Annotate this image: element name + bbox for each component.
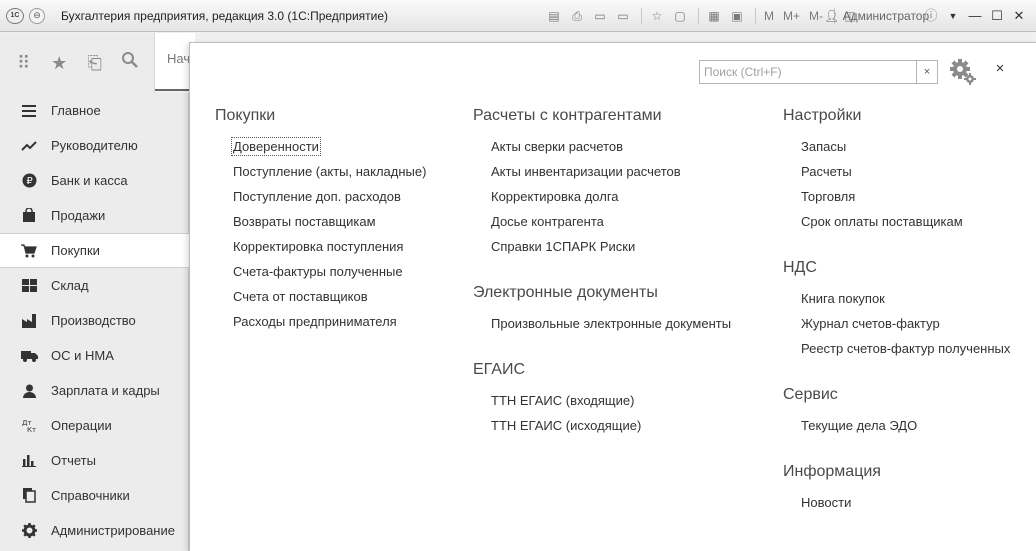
menu-item-returns-to-suppliers[interactable]: Возвраты поставщикам xyxy=(233,214,376,229)
factory-icon xyxy=(20,312,38,330)
books-icon xyxy=(20,487,38,505)
sidebar-item-references[interactable]: Справочники xyxy=(0,478,189,513)
group-title-electronic-documents: Электронные документы xyxy=(473,284,658,301)
menu-item-received-invoices-register[interactable]: Реестр счетов-фактур полученных xyxy=(801,341,1010,356)
star-icon[interactable]: ☆ xyxy=(647,7,667,25)
main-menu-button[interactable]: ⊖ xyxy=(29,8,45,24)
window-controls: ⓘ ▼ — ☐ ✕ xyxy=(920,6,1030,26)
memory-button-m[interactable]: M xyxy=(761,7,777,25)
group-title-purchases: Покупки xyxy=(215,107,276,124)
title-bar: 1С ⊖ Бухгалтерия предприятия, редакция 3… xyxy=(0,0,1036,32)
menu-item-news[interactable]: Новости xyxy=(801,495,851,510)
truck-icon xyxy=(20,347,38,365)
search-icon[interactable] xyxy=(119,51,143,75)
window-title: Бухгалтерия предприятия, редакция 3.0 (1… xyxy=(61,9,389,23)
group-title-settings: Настройки xyxy=(783,107,862,124)
menu-item-entrepreneur-expenses[interactable]: Расходы предпринимателя xyxy=(233,314,397,329)
menu-item-inventory-acts[interactable]: Акты инвентаризации расчетов xyxy=(491,164,681,179)
document-icon[interactable]: ▭ xyxy=(590,7,610,25)
info-icon[interactable]: ⓘ xyxy=(920,6,942,26)
sidebar-item-director[interactable]: Руководителю xyxy=(0,128,189,163)
gear-icon xyxy=(20,522,38,540)
cart-icon xyxy=(20,242,38,260)
memory-button-m-plus[interactable]: M+ xyxy=(780,7,803,25)
group-title-egais: ЕГАИС xyxy=(473,361,525,378)
minimize-button[interactable]: — xyxy=(964,6,986,26)
app-logo-icon: 1С xyxy=(6,8,24,24)
search-placeholder: Поиск (Ctrl+F) xyxy=(704,65,782,79)
menu-item-payment-terms[interactable]: Срок оплаты поставщикам xyxy=(801,214,963,229)
close-window-button[interactable]: ✕ xyxy=(1008,6,1030,26)
menu-item-counterparty-dossier[interactable]: Досье контрагента xyxy=(491,214,604,229)
menu-item-current-edo-tasks[interactable]: Текущие дела ЭДО xyxy=(801,418,917,433)
bar-chart-icon xyxy=(20,452,38,470)
group-title-vat: НДС xyxy=(783,259,817,276)
user-icon: 👤︎ xyxy=(824,9,843,23)
menu-item-invoice-journal[interactable]: Журнал счетов-фактур xyxy=(801,316,940,331)
bag-icon xyxy=(20,207,38,225)
menu-item-debt-adjustment[interactable]: Корректировка долга xyxy=(491,189,619,204)
menu-item-trade-settings[interactable]: Торговля xyxy=(801,189,855,204)
history-icon[interactable]: ⎗ xyxy=(83,51,107,75)
close-icon[interactable]: × xyxy=(990,59,1010,79)
menu-item-egais-incoming[interactable]: ТТН ЕГАИС (входящие) xyxy=(491,393,634,408)
calendar-icon[interactable]: ▣ xyxy=(727,7,747,25)
sidebar-item-purchases[interactable]: Покупки xyxy=(0,233,190,268)
grid-icon[interactable]: ⠿ xyxy=(12,51,36,75)
menu-item-egais-outgoing[interactable]: ТТН ЕГАИС (исходящие) xyxy=(491,418,641,433)
sidebar-item-sales[interactable]: Продажи xyxy=(0,198,189,233)
user-name[interactable]: 👤︎ Администратор xyxy=(824,9,929,23)
chevron-down-icon[interactable]: ▼ xyxy=(942,6,964,26)
trend-icon xyxy=(20,137,38,155)
menu-item-settlements-settings[interactable]: Расчеты xyxy=(801,164,852,179)
sidebar-item-salary[interactable]: Зарплата и кадры xyxy=(0,373,189,408)
maximize-button[interactable]: ☐ xyxy=(986,6,1008,26)
sidebar-item-reports[interactable]: Отчеты xyxy=(0,443,189,478)
menu-item-supplier-bills[interactable]: Счета от поставщиков xyxy=(233,289,368,304)
sidebar-item-fixed-assets[interactable]: ОС и НМА xyxy=(0,338,189,373)
search-clear-button[interactable]: × xyxy=(917,60,938,84)
sidebar-item-warehouse[interactable]: Склад xyxy=(0,268,189,303)
menu-item-receipts[interactable]: Поступление (акты, накладные) xyxy=(233,164,426,179)
menu-item-arbitrary-edocs[interactable]: Произвольные электронные документы xyxy=(491,316,731,331)
dt-kt-icon: Дт Кт xyxy=(20,417,38,435)
sidebar-item-production[interactable]: Производство xyxy=(0,303,189,338)
sections-panel: Главное Руководителю ₽ Банк и касса Прод… xyxy=(0,93,190,551)
hamburger-icon xyxy=(20,102,38,120)
menu-item-reconciliation-acts[interactable]: Акты сверки расчетов xyxy=(491,139,623,154)
menu-item-additional-expenses[interactable]: Поступление доп. расходов xyxy=(233,189,401,204)
sidebar-item-administration[interactable]: Администрирование xyxy=(0,513,189,548)
title-toolbar: ▤ ⎙ ▭ ▭ ☆ ▢ ▦ ▣ M M+ M- ◫ xyxy=(544,7,863,25)
menu-item-powers-of-attorney[interactable]: Доверенности xyxy=(231,137,321,156)
bookmark-icon[interactable]: ▢ xyxy=(670,7,690,25)
star-icon[interactable]: ★ xyxy=(48,51,72,75)
svg-text:₽: ₽ xyxy=(26,176,33,187)
function-menu-panel: Поиск (Ctrl+F) × × Покупки Доверенности … xyxy=(189,42,1036,551)
search-input[interactable]: Поиск (Ctrl+F) xyxy=(699,60,917,84)
print-icon[interactable]: ⎙ xyxy=(567,7,587,25)
group-title-information: Информация xyxy=(783,463,881,480)
sidebar-item-main[interactable]: Главное xyxy=(0,93,189,128)
save-icon[interactable]: ▤ xyxy=(544,7,564,25)
menu-item-invoices-received[interactable]: Счета-фактуры полученные xyxy=(233,264,403,279)
person-icon xyxy=(20,382,38,400)
settings-gear-icon[interactable] xyxy=(949,58,977,86)
ruble-icon: ₽ xyxy=(20,172,38,190)
document-icon[interactable]: ▭ xyxy=(613,7,633,25)
menu-item-purchase-book[interactable]: Книга покупок xyxy=(801,291,885,306)
group-title-counterparty-settlements: Расчеты с контрагентами xyxy=(473,107,662,124)
sidebar-item-operations[interactable]: Дт Кт Операции xyxy=(0,408,189,443)
table-icon[interactable]: ▦ xyxy=(704,7,724,25)
menu-item-inventory-settings[interactable]: Запасы xyxy=(801,139,846,154)
warehouse-icon xyxy=(20,277,38,295)
navigation-toolbar: ⠿ ★ ⎗ xyxy=(0,33,155,93)
menu-item-receipt-adjustment[interactable]: Корректировка поступления xyxy=(233,239,403,254)
group-title-service: Сервис xyxy=(783,386,838,403)
menu-item-spark-risks[interactable]: Справки 1СПАРК Риски xyxy=(491,239,635,254)
svg-text:Кт: Кт xyxy=(27,426,36,433)
sidebar-item-bank[interactable]: ₽ Банк и касса xyxy=(0,163,189,198)
